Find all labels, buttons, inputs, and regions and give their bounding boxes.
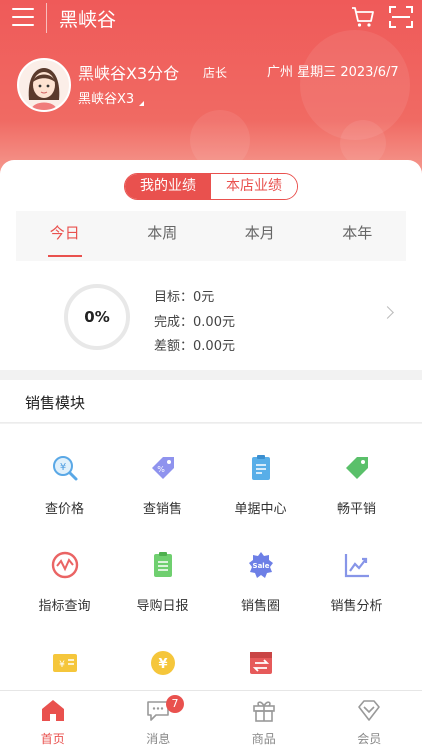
trend-chart-icon	[344, 554, 369, 578]
grid-label: 查价格	[44, 502, 84, 517]
tab-month[interactable]: 本月	[211, 211, 309, 261]
date: 2023/6/7	[340, 65, 399, 80]
tab-label: 消息	[146, 732, 171, 746]
target-row: 目标：0元	[154, 286, 214, 305]
sales-module-grid: ¥ 查价格 % 查销售 单据中心 畅平销 指标查询 导购日报 Sale 销售圈 …	[0, 424, 422, 690]
grid-item-sales-analysis[interactable]: 销售分析	[304, 551, 409, 614]
indicator-icon	[51, 551, 78, 579]
tab-label: 会员	[357, 732, 382, 746]
svg-text:%: %	[157, 465, 165, 474]
diff-row: 差额：0.00元	[154, 335, 235, 354]
scan-icon[interactable]	[389, 6, 413, 28]
member-diamond-icon	[358, 700, 381, 721]
city: 广州	[267, 65, 294, 80]
progress-percent: 0%	[84, 308, 110, 326]
grid-label: 查销售	[142, 502, 182, 517]
section-title: 销售模块	[25, 394, 86, 412]
tag-icon	[345, 457, 368, 479]
grid-label: 销售分析	[330, 599, 383, 614]
toggle-my-performance[interactable]: 我的业绩	[125, 174, 211, 199]
app-title: 黑峡谷	[59, 9, 117, 31]
store-name: 黑峡谷X3分仓	[78, 64, 180, 83]
done-row: 完成：0.00元	[154, 311, 235, 330]
done-label: 完成：	[154, 315, 194, 330]
document-center-icon	[251, 455, 270, 480]
coupon-icon: ¥	[52, 654, 77, 672]
grid-item-sales-circle[interactable]: Sale 销售圈	[208, 551, 313, 614]
target-value: 0元	[193, 290, 215, 305]
tab-today[interactable]: 今日	[16, 211, 114, 261]
diff-value: 0.00元	[193, 339, 235, 354]
svg-text:¥: ¥	[158, 657, 167, 672]
gift-icon	[252, 701, 275, 722]
daily-report-icon	[153, 552, 172, 577]
grid-item-sales-query[interactable]: % 查销售	[110, 454, 215, 517]
grid-item-bestseller[interactable]: 畅平销	[304, 454, 409, 517]
tab-messages[interactable]: 消息	[106, 691, 212, 750]
grid-item-indicator[interactable]: 指标查询	[12, 551, 117, 614]
grid-item-document-center[interactable]: 单据中心	[208, 454, 313, 517]
target-label: 目标：	[154, 290, 194, 305]
performance-card: 我的业绩 本店业绩 今日 本周 本月 本年 0% 目标：0元 完成：0.00元 …	[0, 160, 422, 370]
period-tabs: 今日 本周 本月 本年	[16, 211, 406, 261]
svg-text:¥: ¥	[59, 462, 65, 473]
price-check-icon: ¥	[52, 456, 77, 481]
svg-text:Sale: Sale	[252, 562, 269, 570]
weekday: 星期三	[297, 65, 337, 80]
tab-label: 首页	[40, 732, 65, 746]
transfer-icon	[249, 652, 272, 674]
grid-label: 指标查询	[38, 599, 91, 614]
avatar[interactable]	[17, 58, 71, 112]
message-badge: 7	[166, 695, 184, 713]
chevron-right-icon[interactable]	[381, 306, 394, 319]
top-bar: 黑峡谷	[0, 0, 422, 36]
divider	[46, 3, 47, 33]
tab-week[interactable]: 本周	[114, 211, 212, 261]
sub-store-selector[interactable]: 黑峡谷X3	[78, 88, 134, 107]
svg-text:¥: ¥	[59, 660, 65, 670]
tab-products[interactable]: 商品	[211, 691, 317, 750]
home-icon	[41, 700, 64, 721]
grid-item-price[interactable]: ¥ 查价格	[12, 454, 117, 517]
menu-icon[interactable]	[12, 8, 34, 26]
done-value: 0.00元	[193, 315, 235, 330]
toggle-store-performance[interactable]: 本店业绩	[211, 174, 297, 199]
sale-badge-icon: Sale	[248, 552, 273, 578]
cart-icon[interactable]	[351, 6, 375, 28]
tab-year[interactable]: 本年	[309, 211, 407, 261]
dropdown-corner-icon[interactable]	[139, 101, 144, 106]
grid-item-transfer[interactable]	[208, 649, 313, 681]
sales-query-icon: %	[151, 457, 174, 479]
performance-toggle: 我的业绩 本店业绩	[124, 173, 298, 200]
grid-label: 销售圈	[240, 599, 280, 614]
grid-label: 单据中心	[234, 502, 287, 517]
diff-label: 差额：	[154, 339, 194, 354]
sales-module-header: 销售模块	[0, 380, 422, 423]
avatar-image	[19, 60, 69, 110]
bottom-tab-bar: 首页 消息 商品 会员 7	[0, 690, 422, 750]
tab-members[interactable]: 会员	[317, 691, 422, 750]
grid-item-daily-report[interactable]: 导购日报	[110, 551, 215, 614]
role-label: 店长	[203, 66, 228, 80]
yen-coin-icon: ¥	[150, 651, 175, 675]
grid-item-coupon[interactable]: ¥	[12, 649, 117, 681]
date-line: 广州 星期三 2023/6/7	[267, 61, 399, 80]
grid-label: 导购日报	[136, 599, 189, 614]
tab-home[interactable]: 首页	[0, 691, 106, 750]
grid-label: 畅平销	[336, 502, 376, 517]
tab-label: 商品	[251, 732, 276, 746]
grid-item-yen[interactable]: ¥	[110, 649, 215, 681]
